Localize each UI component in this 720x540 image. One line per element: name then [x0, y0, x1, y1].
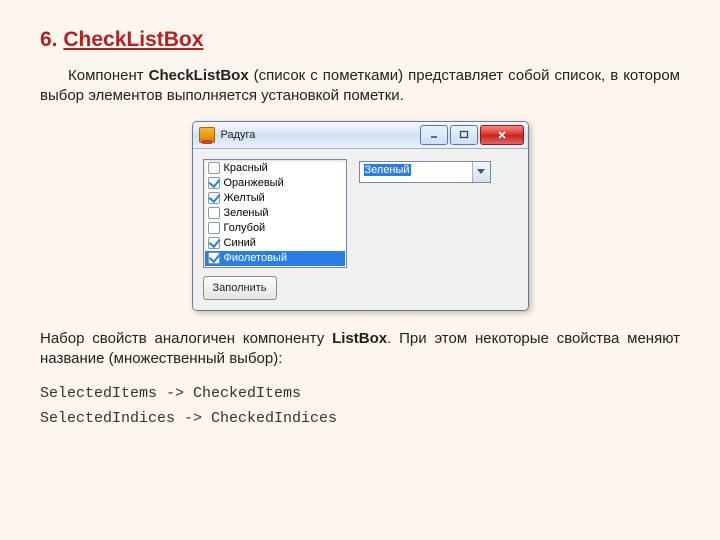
fill-button[interactable]: Заполнить	[203, 276, 277, 300]
checklist-item-label: Синий	[224, 237, 256, 249]
checklist-item[interactable]: Красный	[205, 161, 345, 176]
checklist-item[interactable]: Желтый	[205, 191, 345, 206]
client-area: Красный Оранжевый Желтый Зеленый Голубой Сини…	[193, 149, 528, 310]
intro-paragraph: Компонент CheckListBox (список с пометка…	[40, 66, 680, 107]
maximize-button[interactable]	[450, 125, 478, 145]
app-icon	[199, 127, 215, 143]
combo-box[interactable]: Зеленый	[359, 161, 491, 183]
checklist-item[interactable]: Зеленый	[205, 206, 345, 221]
checkbox-icon[interactable]	[208, 177, 220, 189]
para-2: Набор свойств аналогичен компоненту List…	[40, 329, 680, 370]
heading-title: CheckListBox	[63, 28, 203, 51]
section-heading: 6. CheckListBox	[40, 28, 680, 52]
text: Компонент	[68, 67, 149, 84]
checklist-item[interactable]: Оранжевый	[205, 176, 345, 191]
code-line-2: SelectedIndices -> CheckedIndices	[40, 408, 680, 429]
checklist-item-label: Желтый	[224, 192, 265, 204]
checklist-item-label: Фиолетовый	[224, 252, 287, 264]
checklist-item-label: Зеленый	[224, 207, 269, 219]
minimize-button[interactable]	[420, 125, 448, 145]
checkbox-icon[interactable]	[208, 252, 220, 264]
checklist-item-label: Красный	[224, 162, 268, 174]
app-window: Радуга Красный Оранжевый Желтый Зеленый Голу…	[192, 121, 529, 311]
checkbox-icon[interactable]	[208, 162, 220, 174]
checkbox-icon[interactable]	[208, 237, 220, 249]
close-button[interactable]	[480, 125, 524, 145]
window-buttons	[418, 125, 524, 145]
checklist-item[interactable]: Синий	[205, 236, 345, 251]
component-name: CheckListBox	[149, 67, 249, 84]
titlebar: Радуга	[193, 122, 528, 149]
checkbox-icon[interactable]	[208, 207, 220, 219]
chevron-down-icon[interactable]	[472, 162, 490, 182]
checklist-item[interactable]: Голубой	[205, 221, 345, 236]
text: Набор свойств аналогичен компоненту	[40, 330, 332, 347]
heading-number: 6.	[40, 28, 63, 51]
checkbox-icon[interactable]	[208, 222, 220, 234]
checklist-item[interactable]: Фиолетовый	[205, 251, 345, 266]
component-name: ListBox	[332, 330, 387, 347]
code-line-1: SelectedItems -> CheckedItems	[40, 383, 680, 404]
combo-value: Зеленый	[360, 162, 472, 182]
checklist-item-label: Голубой	[224, 222, 266, 234]
checkbox-icon[interactable]	[208, 192, 220, 204]
check-list-box[interactable]: Красный Оранжевый Желтый Зеленый Голубой Сини…	[203, 159, 347, 268]
window-title: Радуга	[221, 129, 418, 141]
checklist-item-label: Оранжевый	[224, 177, 284, 189]
